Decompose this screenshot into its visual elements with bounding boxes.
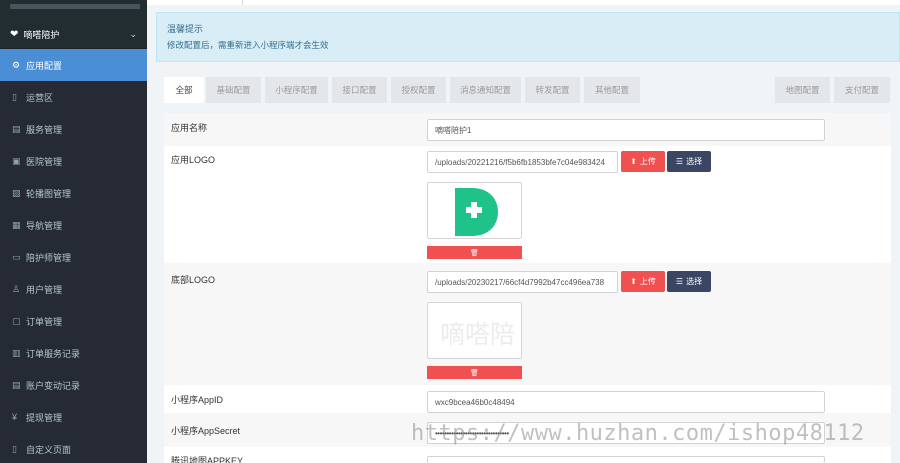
appsecret-label: 小程序AppSecret (171, 426, 241, 436)
tab-message[interactable]: 消息通知配置 (450, 77, 521, 103)
app-logo-image (455, 188, 498, 236)
top-strip (147, 0, 900, 5)
notice-callout: 温馨提示 修改配置后，需重新进入小程序端才会生效 (156, 12, 900, 62)
config-form: 应用名称 嘀嗒陪护1 应用LOGO /uploads/20221216/f5b6… (164, 113, 891, 463)
sidebar-item-label: 账户变动记录 (26, 380, 81, 391)
tab-other[interactable]: 其他配置 (584, 77, 640, 103)
app-logo-path-input[interactable]: /uploads/20221216/f5b6fb1853bfe7c04e9834… (427, 151, 618, 173)
notice-title: 温馨提示 (167, 24, 204, 34)
sidebar-item-label: 导航管理 (26, 220, 63, 231)
sidebar-item-orders[interactable]: ▢ 订单管理 (0, 305, 147, 337)
notice-text: 修改配置后，需重新进入小程序端才会生效 (167, 40, 329, 50)
sidebar-item-label: 服务管理 (26, 124, 63, 135)
sidebar-item-service[interactable]: ▤ 服务管理 (0, 113, 147, 145)
bottom-logo-path-input[interactable]: /uploads/20230217/66cf4d7992b47cc496ea73… (427, 271, 618, 293)
order-icon: ▢ (12, 315, 21, 326)
sidebar-item-operation-area[interactable]: ▯ 运营区 (0, 81, 147, 113)
sidebar-logo-bar (10, 4, 140, 9)
map-appkey-label: 腾讯地图APPKEY (171, 456, 244, 463)
choose-button-label: 选择 (686, 157, 703, 166)
sidebar-item-navigation[interactable]: ▦ 导航管理 (0, 209, 147, 241)
list-icon: ▤ (12, 123, 21, 134)
sidebar-item-hospital[interactable]: ▣ 医院管理 (0, 145, 147, 177)
list-icon: ☰ (675, 157, 684, 166)
tab-basic[interactable]: 基础配置 (206, 77, 261, 103)
page-icon: ▯ (12, 443, 17, 454)
sidebar-item-label: 轮播图管理 (26, 188, 72, 199)
app-name-label: 应用名称 (171, 123, 208, 133)
list-icon: ☰ (675, 277, 684, 286)
bottom-logo-delete-button[interactable]: 🗑 (427, 366, 522, 379)
app-name-input[interactable]: 嘀嗒陪护1 (427, 119, 825, 141)
bottom-logo-choose-button[interactable]: ☰ 选择 (667, 271, 711, 292)
sidebar-app-switcher[interactable]: ❤ 嘀嗒陪护 ⌄ (0, 20, 147, 49)
sidebar-item-order-service-records[interactable]: ▥ 订单服务记录 (0, 337, 147, 369)
watermark-text: https://www.huzhan.com/ishop48112 (411, 421, 865, 446)
grid-icon: ▦ (12, 219, 21, 230)
sidebar-item-carousel[interactable]: ▨ 轮播图管理 (0, 177, 147, 209)
record-icon: ▥ (12, 347, 21, 358)
sidebar-item-label: 运营区 (26, 92, 54, 103)
config-tabs: 全部 基础配置 小程序配置 接口配置 授权配置 消息通知配置 转发配置 其他配置… (164, 77, 900, 103)
gear-icon: ⚙ (12, 59, 21, 70)
card-icon: ▭ (12, 251, 21, 262)
sidebar-item-label: 订单管理 (26, 316, 63, 327)
tab-all[interactable]: 全部 (164, 77, 204, 103)
app-logo-upload-button[interactable]: ⬆ 上传 (621, 151, 665, 172)
chevron-down-icon: ⌄ (129, 28, 137, 39)
sidebar-item-custom-pages[interactable]: ▯ 自定义页面 (0, 433, 147, 463)
sidebar-item-label: 医院管理 (26, 156, 63, 167)
main-content: 温馨提示 修改配置后，需重新进入小程序端才会生效 全部 基础配置 小程序配置 接… (147, 0, 900, 463)
map-icon: ▯ (12, 91, 17, 102)
hospital-icon: ▣ (12, 155, 21, 166)
top-strip-divider (242, 0, 243, 5)
app-logo-preview (427, 182, 522, 239)
app-logo-label: 应用LOGO (171, 155, 216, 165)
appid-input[interactable]: wxc9bcea46b0c48494 (427, 391, 825, 413)
bottom-logo-upload-button[interactable]: ⬆ 上传 (621, 271, 665, 292)
app-logo-delete-button[interactable]: 🗑 (427, 246, 522, 259)
choose-button-label: 选择 (686, 277, 703, 286)
account-icon: ▤ (12, 379, 21, 390)
tab-payment[interactable]: 支付配置 (834, 77, 890, 103)
bottom-logo-preview: 嘀嗒陪 (427, 302, 522, 359)
sidebar-item-label: 自定义页面 (26, 444, 72, 455)
tab-forward[interactable]: 转发配置 (525, 77, 580, 103)
sidebar-item-users[interactable]: ♙ 用户管理 (0, 273, 147, 305)
yen-icon: ¥ (12, 412, 18, 422)
image-icon: ▨ (12, 187, 21, 198)
appid-label: 小程序AppID (171, 395, 224, 405)
tab-auth[interactable]: 授权配置 (391, 77, 446, 103)
sidebar: ❤ 嘀嗒陪护 ⌄ ⚙ 应用配置 ▯ 运营区 ▤ 服务管理 ▣ 医院管理 ▨ 轮播… (0, 0, 147, 463)
app-logo-choose-button[interactable]: ☰ 选择 (667, 151, 711, 172)
sidebar-item-app-config[interactable]: ⚙ 应用配置 (0, 49, 147, 81)
sidebar-item-label: 提现管理 (26, 412, 63, 423)
user-icon: ♙ (12, 283, 21, 294)
sidebar-item-label: 陪护师管理 (26, 252, 72, 263)
upload-icon: ⬆ (630, 157, 637, 166)
tab-miniprogram[interactable]: 小程序配置 (265, 77, 328, 103)
heart-icon: ❤ (10, 28, 19, 40)
upload-icon: ⬆ (630, 277, 637, 286)
tab-api[interactable]: 接口配置 (332, 77, 387, 103)
sidebar-item-label: 应用配置 (26, 60, 63, 71)
sidebar-item-label: 用户管理 (26, 284, 63, 295)
map-appkey-input[interactable] (427, 456, 825, 463)
trash-icon: 🗑 (470, 249, 479, 257)
sidebar-app-title: 嘀嗒陪护 (23, 29, 60, 40)
upload-button-label: 上传 (639, 157, 656, 166)
sidebar-item-account-changes[interactable]: ▤ 账户变动记录 (0, 369, 147, 401)
bottom-logo-label: 底部LOGO (171, 275, 216, 285)
tab-map[interactable]: 地图配置 (775, 77, 830, 103)
sidebar-item-escort[interactable]: ▭ 陪护师管理 (0, 241, 147, 273)
sidebar-item-withdrawals[interactable]: ¥ 提现管理 (0, 401, 147, 433)
sidebar-topbar (0, 0, 147, 20)
bottom-logo-image: 嘀嗒陪 (440, 320, 516, 349)
trash-icon: 🗑 (470, 369, 479, 377)
sidebar-item-label: 订单服务记录 (26, 348, 81, 359)
upload-button-label: 上传 (639, 277, 656, 286)
